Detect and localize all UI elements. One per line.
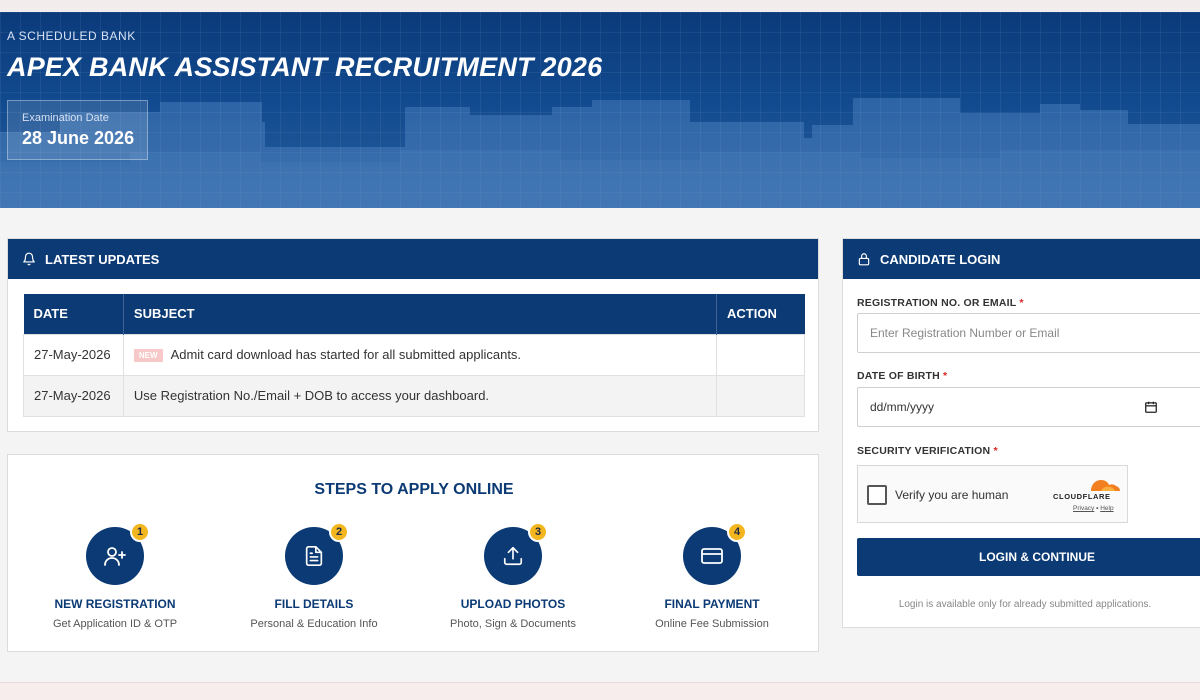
registration-input[interactable] <box>857 313 1200 353</box>
document-icon <box>305 546 323 566</box>
step-number: 1 <box>130 522 150 542</box>
row-action <box>716 333 805 376</box>
lock-icon <box>858 253 870 266</box>
step-subtitle: Get Application ID & OTP <box>52 618 178 630</box>
captcha-privacy-link[interactable]: Privacy <box>1073 505 1094 512</box>
step-number: 4 <box>727 522 747 542</box>
step-title: FILL DETAILS <box>274 597 354 611</box>
captcha-widget: Verify you are human CLOUDFLARE Privacy … <box>857 465 1128 523</box>
step-title: FINAL PAYMENT <box>664 597 760 611</box>
required-mark: * <box>943 370 948 382</box>
row-date: 27-May-2026 <box>23 374 124 417</box>
latest-updates-header: LATEST UPDATES <box>8 239 818 279</box>
bell-icon <box>23 252 35 266</box>
security-label-text: SECURITY VERIFICATION <box>857 445 991 457</box>
hero-eyebrow: A SCHEDULED BANK <box>7 29 136 43</box>
dob-input[interactable]: dd/mm/yyyy <box>857 387 1200 427</box>
table-row: 27-May-2026 NEW Admit card download has s… <box>23 333 805 376</box>
login-continue-button[interactable]: LOGIN & CONTINUE <box>857 538 1200 576</box>
latest-updates-title: LATEST UPDATES <box>45 251 160 267</box>
column-header-action: ACTION <box>716 294 805 334</box>
step-subtitle: Online Fee Submission <box>655 618 769 630</box>
dob-label: DATE OF BIRTH * <box>857 370 947 382</box>
step-final-payment: 4 FINAL PAYMENT Online Fee Submission <box>612 522 812 630</box>
required-mark: * <box>993 445 998 457</box>
security-label: SECURITY VERIFICATION * <box>857 445 998 457</box>
step-number: 3 <box>528 522 548 542</box>
step-title: UPLOAD PHOTOS <box>460 597 566 611</box>
registration-label-text: REGISTRATION NO. OR EMAIL <box>857 297 1017 309</box>
required-mark: * <box>1019 297 1024 309</box>
bottom-strip <box>0 682 1200 700</box>
new-badge: NEW <box>133 349 163 363</box>
captcha-text: Verify you are human <box>895 488 1009 502</box>
dob-label-text: DATE OF BIRTH <box>857 370 940 382</box>
hero-banner: A SCHEDULED BANK APEX BANK ASSISTANT REC… <box>0 12 1200 208</box>
candidate-login-title: CANDIDATE LOGIN <box>880 251 1001 267</box>
captcha-brand: CLOUDFLARE <box>1053 492 1111 501</box>
captcha-checkbox[interactable] <box>867 485 887 505</box>
exam-date-value: 28 June 2026 <box>22 128 135 148</box>
steps-card: STEPS TO APPLY ONLINE 1 NEW REGISTRATION… <box>7 454 819 652</box>
cloudflare-cloud-icon <box>1091 480 1120 491</box>
table-row: 27-May-2026 Use Registration No./Email +… <box>23 374 805 417</box>
top-strip <box>0 0 1200 12</box>
step-number: 2 <box>329 522 349 542</box>
latest-updates-card: LATEST UPDATES DATE SUBJECT ACTION 27-Ma… <box>7 238 819 432</box>
captcha-links: Privacy • Help <box>1073 505 1114 512</box>
row-subject: Use Registration No./Email + DOB to acce… <box>122 374 718 417</box>
step-circle: 2 <box>285 522 349 585</box>
captcha-separator: • <box>1096 505 1099 512</box>
exam-date-box: Examination Date 28 June 2026 <box>7 100 148 160</box>
dob-input-value: dd/mm/yyyy <box>870 400 935 414</box>
step-circle: 1 <box>86 522 150 585</box>
steps-title: STEPS TO APPLY ONLINE <box>314 481 514 498</box>
user-add-icon <box>104 547 126 566</box>
upload-icon <box>503 546 523 566</box>
login-note: Login is available only for already subm… <box>898 599 1152 610</box>
column-header-date: DATE <box>23 294 124 334</box>
row-subject-text: Admit card download has started for all … <box>170 346 522 362</box>
card-icon <box>701 548 723 564</box>
row-subject-text: Use Registration No./Email + DOB to acce… <box>133 388 490 403</box>
updates-table: DATE SUBJECT ACTION 27-May-2026 NEW Admit… <box>23 294 805 417</box>
step-fill-details: 2 FILL DETAILS Personal & Education Info <box>214 522 414 630</box>
skyline-graphic <box>0 98 1200 208</box>
step-new-registration: 1 NEW REGISTRATION Get Application ID & … <box>15 522 215 630</box>
step-subtitle: Personal & Education Info <box>250 618 378 630</box>
candidate-login-card: CANDIDATE LOGIN REGISTRATION NO. OR EMAI… <box>842 238 1200 628</box>
row-action <box>716 374 805 417</box>
column-header-subject: SUBJECT <box>123 294 718 334</box>
candidate-login-header: CANDIDATE LOGIN <box>843 239 1200 279</box>
step-circle: 3 <box>484 522 548 585</box>
registration-label: REGISTRATION NO. OR EMAIL * <box>857 297 1024 309</box>
step-subtitle: Photo, Sign & Documents <box>450 618 576 630</box>
row-date: 27-May-2026 <box>23 333 124 376</box>
page-title: APEX BANK ASSISTANT RECRUITMENT 2026 <box>7 52 603 82</box>
step-circle: 4 <box>683 522 747 585</box>
step-title: NEW REGISTRATION <box>54 597 176 611</box>
step-upload-photos: 3 UPLOAD PHOTOS Photo, Sign & Documents <box>413 522 613 630</box>
row-subject: NEW Admit card download has started for a… <box>122 333 718 376</box>
calendar-icon[interactable] <box>1144 400 1158 414</box>
exam-date-label: Examination Date <box>22 112 109 124</box>
captcha-help-link[interactable]: Help <box>1100 505 1113 512</box>
